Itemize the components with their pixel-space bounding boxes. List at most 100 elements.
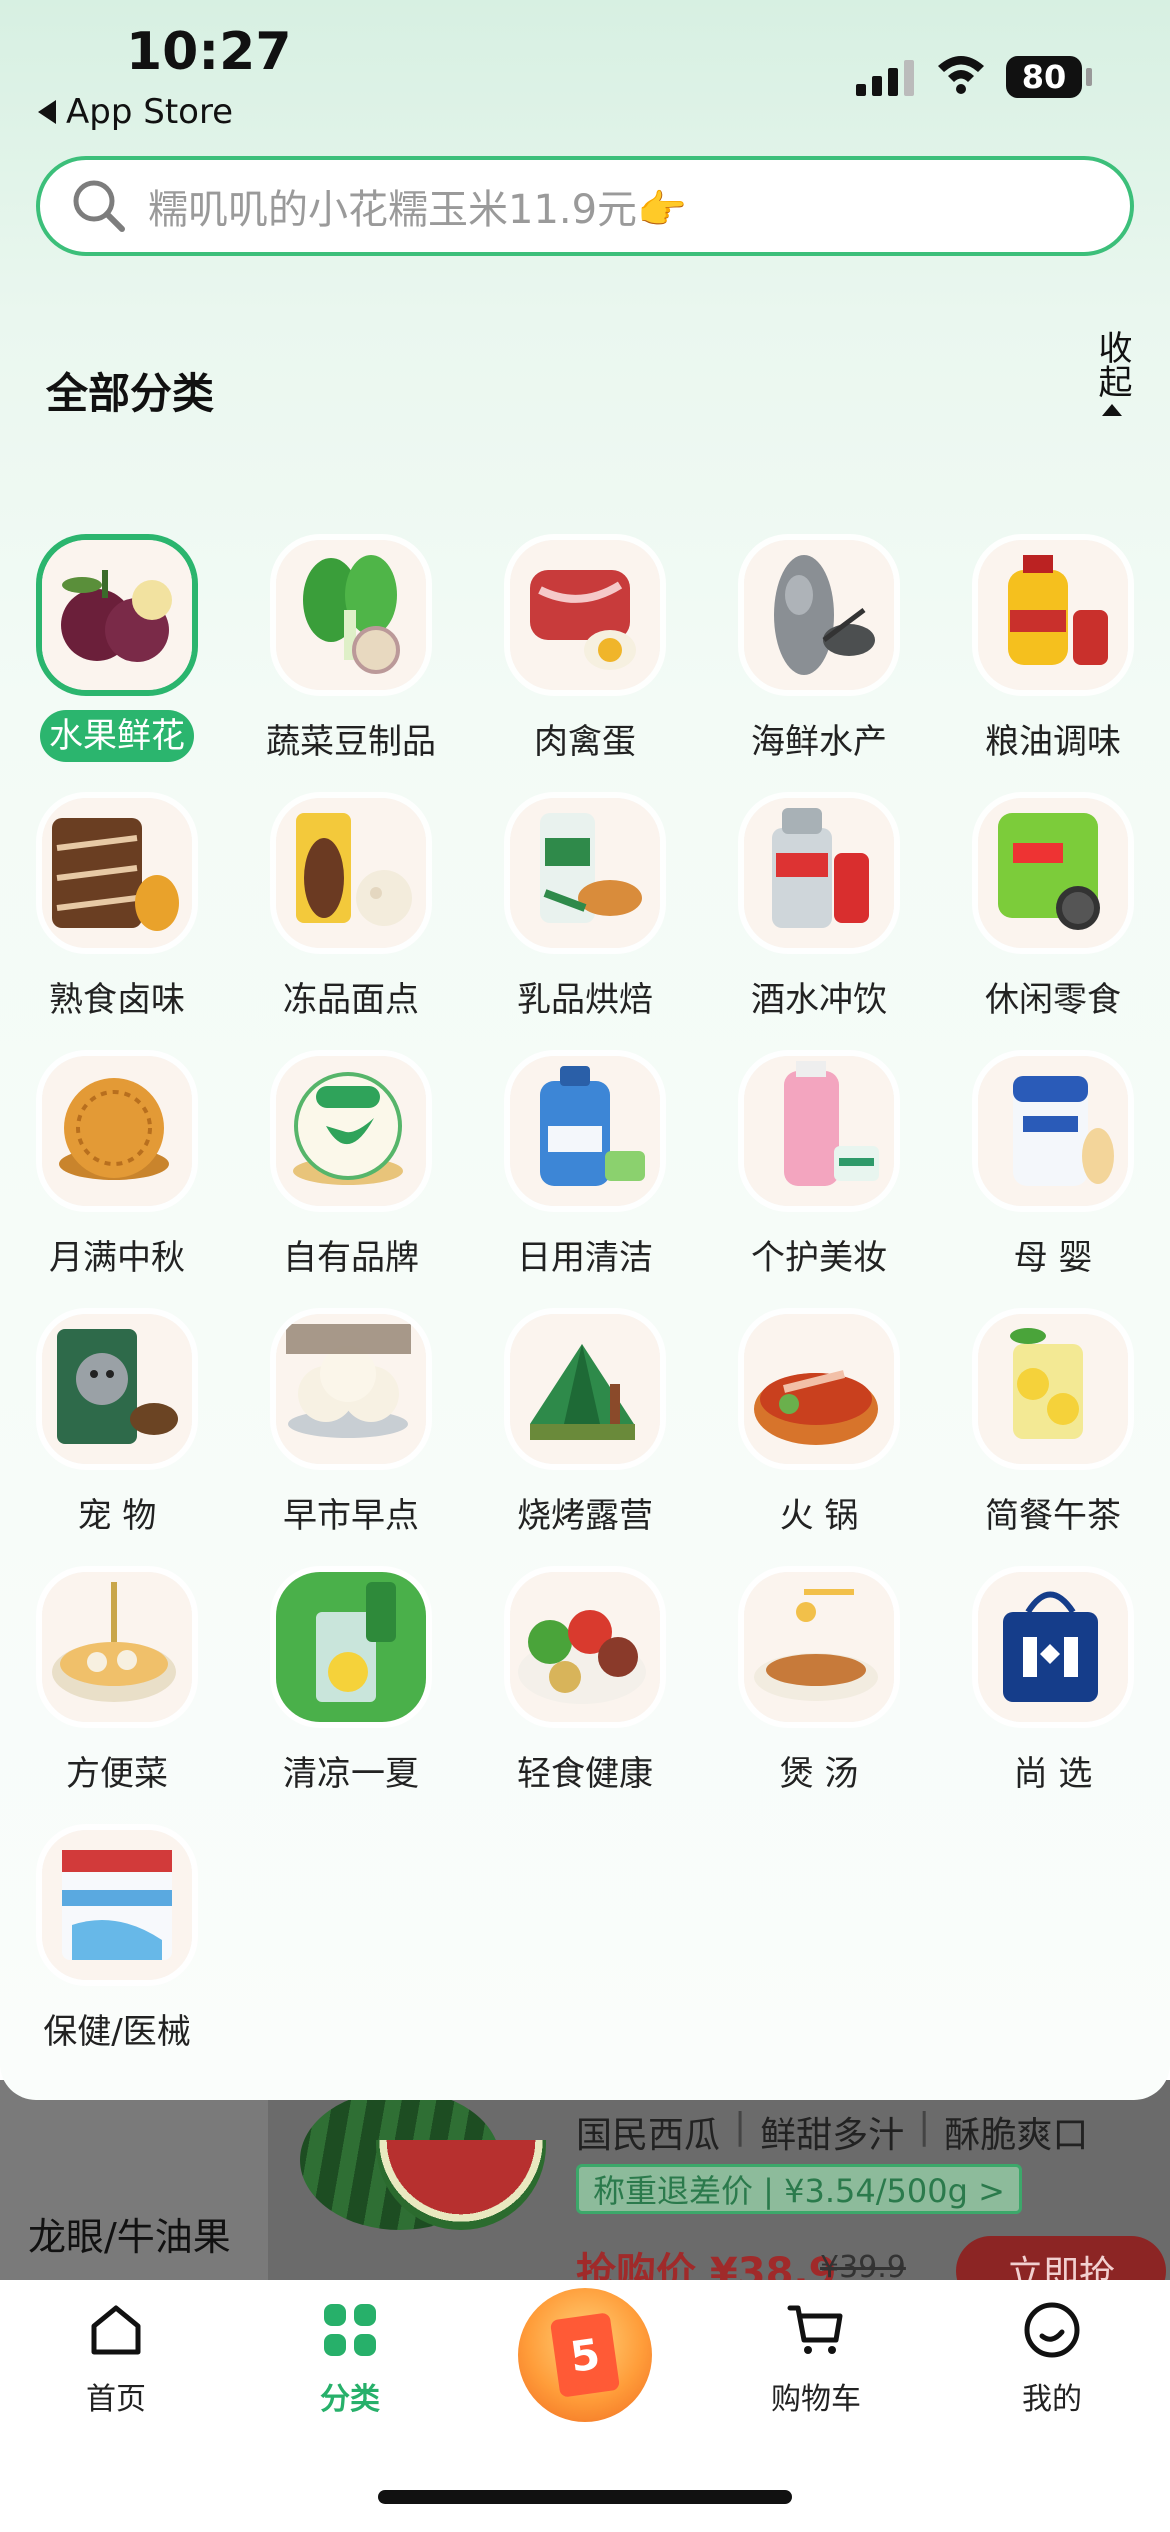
tab-cart[interactable]: 购物车 [716, 2300, 916, 2420]
category-label: 个护美妆 [751, 1238, 887, 1278]
status-time: 10:27 [126, 22, 292, 82]
category-label: 酒水冲饮 [751, 980, 887, 1020]
promo-center-button[interactable]: 5 [518, 2288, 652, 2422]
category-label: 休闲零食 [985, 980, 1121, 1020]
collapse-arrow-icon [1102, 404, 1122, 416]
cellular-signal-icon [856, 58, 914, 96]
product-tag: 国民西瓜 [576, 2115, 721, 2156]
category-label: 宠 物 [77, 1496, 157, 1536]
category-item[interactable]: 肉禽蛋 [468, 540, 702, 798]
category-label: 简餐午茶 [985, 1496, 1121, 1536]
tab-home-label: 首页 [86, 2382, 146, 2417]
category-item[interactable]: 方便菜 [0, 1572, 234, 1830]
back-app-label: App Store [66, 92, 234, 132]
category-item[interactable]: 煲 汤 [702, 1572, 936, 1830]
category-item[interactable]: 烧烤露营 [468, 1314, 702, 1572]
category-item[interactable]: 酒水冲饮 [702, 798, 936, 1056]
camping-icon [510, 1314, 660, 1464]
category-item[interactable]: 清凉一夏 [234, 1572, 468, 1830]
tab-cart-label: 购物车 [771, 2382, 861, 2417]
product-tag: 鲜甜多汁 [760, 2115, 905, 2156]
category-item[interactable]: 月满中秋 [0, 1056, 234, 1314]
category-label: 冻品面点 [283, 980, 419, 1020]
tab-profile-label: 我的 [1022, 2382, 1082, 2417]
seafood-icon [744, 540, 894, 690]
fruit-flower-icon [42, 540, 192, 690]
drinks-icon [744, 798, 894, 948]
category-label: 肉禽蛋 [534, 722, 636, 762]
profile-icon [1024, 2302, 1080, 2358]
category-label: 月满中秋 [49, 1238, 185, 1278]
category-item[interactable]: 乳品烘焙 [468, 798, 702, 1056]
category-label: 熟食卤味 [49, 980, 185, 1020]
tab-profile[interactable]: 我的 [952, 2300, 1152, 2420]
category-item[interactable]: 早市早点 [234, 1314, 468, 1572]
product-tags: 国民西瓜 | 鲜甜多汁 | 酥脆爽口 [576, 2106, 1088, 2158]
category-label: 煲 汤 [779, 1754, 859, 1794]
tag-separator: | [734, 2106, 747, 2147]
search-bar[interactable]: 糯叽叽的小花糯玉米11.9元👉 [36, 156, 1134, 256]
category-label: 蔬菜豆制品 [266, 722, 436, 762]
category-item[interactable]: 蔬菜豆制品 [234, 540, 468, 798]
medical-icon [42, 1830, 192, 1980]
cart-icon [787, 2305, 843, 2354]
category-item[interactable]: 母 婴 [936, 1056, 1170, 1314]
baby-icon [978, 1056, 1128, 1206]
category-label: 母 婴 [1013, 1238, 1093, 1278]
category-item[interactable]: 海鲜水产 [702, 540, 936, 798]
category-item[interactable]: 水果鲜花 [0, 540, 234, 798]
category-item[interactable]: 简餐午茶 [936, 1314, 1170, 1572]
category-item[interactable]: 熟食卤味 [0, 798, 234, 1056]
category-item[interactable]: 尚 选 [936, 1572, 1170, 1830]
tea-icon [978, 1314, 1128, 1464]
battery-icon: 80 [1006, 56, 1082, 98]
category-item[interactable]: 个护美妆 [702, 1056, 936, 1314]
grain-oil-icon [978, 540, 1128, 690]
home-indicator[interactable] [378, 2490, 792, 2504]
deli-icon [42, 798, 192, 948]
breakfast-icon [276, 1314, 426, 1464]
shangxuan-bag-icon [978, 1572, 1128, 1722]
category-label: 烧烤露营 [517, 1496, 653, 1536]
price-note-badge: 称重退差价 | ¥3.54/500g > [576, 2164, 1022, 2214]
category-label: 方便菜 [66, 1754, 168, 1794]
category-item[interactable]: 休闲零食 [936, 798, 1170, 1056]
dairy-bakery-icon [510, 798, 660, 948]
snacks-icon [978, 798, 1128, 948]
mooncake-icon [42, 1056, 192, 1206]
category-item[interactable]: 冻品面点 [234, 798, 468, 1056]
category-label: 火 锅 [779, 1496, 859, 1536]
category-item[interactable]: 自有品牌 [234, 1056, 468, 1314]
hotpot-icon [744, 1314, 894, 1464]
frozen-icon [276, 798, 426, 948]
category-item[interactable]: 宠 物 [0, 1314, 234, 1572]
vegetable-icon [276, 540, 426, 690]
category-label: 乳品烘焙 [517, 980, 653, 1020]
category-item[interactable]: 粮油调味 [936, 540, 1170, 798]
back-to-app-store[interactable]: App Store [38, 92, 233, 132]
app-screen: 龙眼/牛油果 国民西瓜 | 鲜甜多汁 | 酥脆爽口 称重退差价 | ¥3.54/… [0, 0, 1170, 2532]
back-arrow-icon [38, 100, 56, 124]
category-item[interactable]: 轻食健康 [468, 1572, 702, 1830]
category-item[interactable]: 火 锅 [702, 1314, 936, 1572]
category-label: 保健/医械 [43, 2012, 191, 2052]
cleaning-icon [510, 1056, 660, 1206]
collapse-button[interactable]: 收起 [1092, 330, 1132, 416]
battery-tip [1086, 68, 1092, 86]
tag-separator: | [918, 2106, 931, 2147]
wifi-icon [938, 56, 984, 94]
tab-category[interactable]: 分类 [250, 2300, 450, 2420]
category-item[interactable]: 保健/医械 [0, 1830, 234, 2088]
own-brand-icon [276, 1056, 426, 1206]
category-label: 粮油调味 [985, 722, 1121, 762]
pet-icon [42, 1314, 192, 1464]
product-tag: 酥脆爽口 [944, 2115, 1089, 2156]
soup-icon [744, 1572, 894, 1722]
beauty-icon [744, 1056, 894, 1206]
tab-home[interactable]: 首页 [16, 2300, 216, 2420]
summer-drink-icon [276, 1572, 426, 1722]
category-item[interactable]: 日用清洁 [468, 1056, 702, 1314]
all-categories-title: 全部分类 [46, 369, 215, 418]
sidebar-item-longan[interactable]: 龙眼/牛油果 [28, 2206, 231, 2261]
category-label: 尚 选 [1013, 1754, 1093, 1794]
